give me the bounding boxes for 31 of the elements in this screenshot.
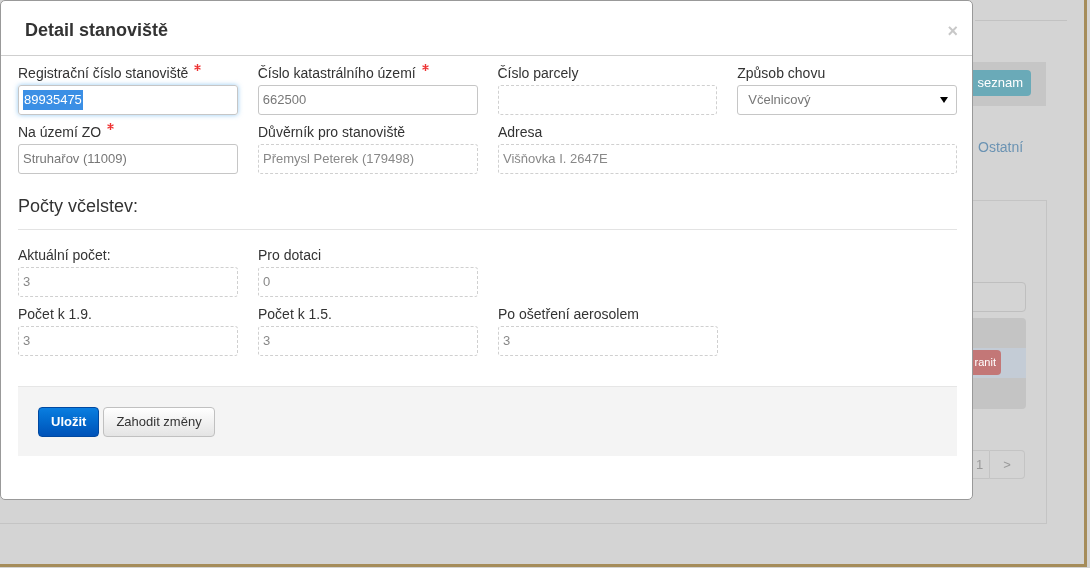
input-field[interactable]: 3 bbox=[18, 267, 238, 297]
input-field[interactable]: 3 bbox=[18, 326, 238, 356]
caret-icon bbox=[940, 97, 948, 103]
input-field[interactable]: Višňovka I. 2647E bbox=[498, 144, 957, 174]
select-field[interactable]: Včelnicový bbox=[737, 85, 957, 115]
input-field[interactable]: 3 bbox=[498, 326, 718, 356]
page-button[interactable]: > bbox=[990, 450, 1025, 479]
input-field[interactable]: 89935475 bbox=[18, 85, 238, 115]
input-field[interactable]: 662500 bbox=[257, 85, 478, 115]
input-field[interactable] bbox=[497, 85, 718, 115]
input-field[interactable]: 0 bbox=[258, 267, 478, 297]
field-label: Číslo katastrálního území bbox=[257, 64, 416, 83]
nav-link[interactable]: Ostatní bbox=[978, 137, 1024, 158]
field-label: Adresa bbox=[498, 123, 543, 142]
field-label: Registrační číslo stanoviště bbox=[18, 64, 189, 83]
field-label: Aktuální počet: bbox=[18, 246, 111, 265]
field-label: Počet k 1.9. bbox=[18, 305, 92, 324]
discard-button[interactable]: Zahodit změny bbox=[103, 406, 215, 437]
field-label: Po ošetření aerosolem bbox=[498, 305, 639, 324]
dialog-title: Detail stanoviště bbox=[25, 18, 169, 42]
field-label: Důvěrník pro stanoviště bbox=[258, 123, 406, 142]
section-heading: Počty včelstev: bbox=[18, 195, 139, 218]
field-label: Číslo parcely bbox=[497, 64, 579, 83]
field-label: Na území ZO bbox=[18, 123, 102, 142]
field-label: Pro dotaci bbox=[258, 246, 322, 265]
input-field[interactable]: Struhařov (11009) bbox=[18, 144, 238, 174]
field-label: Počet k 1.5. bbox=[258, 305, 332, 324]
input-field[interactable]: 3 bbox=[258, 326, 478, 356]
save-button[interactable]: Uložit bbox=[38, 406, 100, 437]
input-field[interactable]: Přemysl Peterek (179498) bbox=[258, 144, 478, 174]
field-label: Způsob chovu bbox=[737, 64, 826, 83]
